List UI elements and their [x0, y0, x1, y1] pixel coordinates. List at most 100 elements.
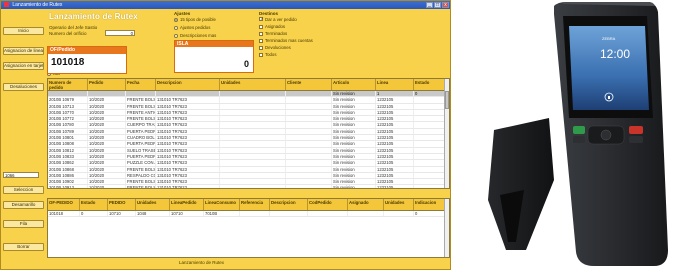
table-cell: 131010 TR7623 [156, 128, 220, 135]
seleccion-button[interactable]: Seleccion [3, 186, 44, 194]
pedidos-table[interactable]: Numero de pedido Pedido Fecha Descripcion Un… [47, 78, 450, 189]
asignacion-tarjeta-button[interactable]: Asignacion en tarjeta [3, 62, 44, 70]
table-cell: Sin revision [332, 109, 376, 116]
column-header[interactable]: Linea [376, 79, 414, 90]
borrar-button[interactable]: Borrar [3, 243, 44, 251]
table-cell: 131010 TR7623 [156, 172, 220, 179]
table-cell: 0 [80, 211, 108, 217]
detalle-table-scrollbar[interactable] [444, 199, 449, 257]
search-input[interactable]: 1066 [3, 172, 39, 178]
asignacion-lineas-button[interactable]: Asignacion de lineas [3, 47, 44, 55]
detalle-table[interactable]: OF-PEDIDO Estado PEDIDO Unidades LineaPedido… [47, 198, 450, 258]
table-cell [220, 91, 286, 97]
table-cell: 1232105 [376, 109, 414, 116]
table-cell: 1232105 [376, 116, 414, 122]
column-header[interactable]: Descripcion [156, 79, 220, 90]
column-header[interactable]: Estado [80, 199, 108, 210]
column-header[interactable]: Numero de pedido [48, 79, 88, 90]
destino-option-5[interactable]: Devoluciones [259, 45, 291, 50]
table-cell: 2010B 10808 [48, 141, 88, 147]
maquina-label: Numero del orificio [49, 31, 87, 36]
column-header[interactable]: Descripcion [270, 199, 308, 210]
table-cell [414, 141, 446, 147]
pedidos-table-body: Sin revision 1 0 2010B 10679 10/2020 FRENTE B… [48, 91, 449, 188]
column-header[interactable]: Indicacion [414, 199, 446, 210]
desaluciones-button[interactable]: Desaluciones [3, 83, 44, 91]
destino-option-4[interactable]: Terminados mas cuentas [259, 38, 313, 43]
column-header[interactable]: Asignado [348, 199, 384, 210]
of-pedido-value: 101018 [51, 57, 85, 68]
table-cell: Sin revision [332, 141, 376, 147]
isla-box[interactable]: ISLA 0 [174, 40, 254, 73]
table-cell [286, 97, 332, 103]
table-cell [414, 185, 446, 188]
table-cell: Sin revision [332, 160, 376, 166]
table-cell: 10/2020 [88, 122, 126, 128]
table-row[interactable]: 2010B 1091310/2020FRENTE BOLSILLO131010 … [48, 185, 449, 188]
table-cell: Sin revision [332, 166, 376, 172]
destino-option-3[interactable]: Terminados [259, 31, 287, 36]
table-cell: 10/2020 [88, 103, 126, 109]
column-header[interactable]: Pedido [88, 79, 126, 90]
ajuste-option-1[interactable]: 15 tipos de posible [174, 17, 216, 22]
table-cell: 10/2020 [88, 166, 126, 172]
fila-button[interactable]: Fila [3, 220, 44, 228]
inicio-button[interactable]: Inicio [3, 27, 44, 35]
table-cell [414, 122, 446, 128]
table-cell: FRENTE BOLSILLO [127, 97, 156, 103]
table-cell: 10/2020 [88, 185, 126, 188]
table-cell: 131010 TR7623 [156, 141, 220, 147]
destino-option-6[interactable]: Todos [259, 52, 276, 57]
table-cell [286, 141, 332, 147]
column-header[interactable]: LineaConsumo [204, 199, 240, 210]
column-header[interactable]: Articulo [332, 79, 376, 90]
column-header[interactable]: Unidades [384, 199, 414, 210]
ajuste-option-3[interactable]: Descripciones mas [174, 33, 216, 38]
table-cell: 2010B 10780 [48, 122, 88, 128]
table-cell: 131010 TR7623 [156, 166, 220, 172]
maquina-input[interactable]: 0 [105, 30, 135, 36]
column-header[interactable]: Unidades [136, 199, 170, 210]
table-cell: 10/2020 [88, 135, 126, 141]
column-header[interactable]: Estado [414, 79, 446, 90]
table-cell: 1232105 [376, 185, 414, 188]
table-cell: 2010B 10772 [48, 116, 88, 122]
desamarillo-button[interactable]: Desamarillo [3, 201, 44, 209]
table-cell [414, 166, 446, 172]
destino-option-2[interactable]: Asignados [259, 24, 285, 29]
table-cell [286, 116, 332, 122]
column-header[interactable]: LineaPedido [170, 199, 204, 210]
table-cell: 1232105 [376, 122, 414, 128]
table-cell [220, 172, 286, 179]
pedidos-table-scrollbar[interactable] [444, 79, 449, 188]
column-header[interactable]: Referencia [240, 199, 270, 210]
column-header[interactable]: Fecha [126, 79, 156, 90]
column-header[interactable]: OF-PEDIDO [48, 199, 80, 210]
table-cell: 10/2020 [88, 109, 126, 116]
table-cell [414, 97, 446, 103]
ajuste-option-2[interactable]: Ajustes pedidos [174, 25, 210, 30]
table-cell: FRENTE BOLSILLO CONF [127, 179, 156, 185]
table-cell [156, 91, 220, 97]
table-cell: 10/2020 [88, 128, 126, 135]
table-cell: 1232105 [376, 147, 414, 153]
table-cell: RESPALDO CON AGUJERO [126, 172, 156, 179]
table-cell [286, 109, 332, 116]
table-cell: 2010B 10770 [48, 109, 88, 116]
minimize-button[interactable]: _ [426, 2, 433, 8]
of-pedido-box[interactable]: OF/Pedido 101018 [47, 46, 127, 74]
table-cell: 131010 TR7623 [156, 147, 220, 153]
table-cell: 1232105 [376, 160, 414, 166]
scroll-thumb[interactable] [445, 91, 449, 109]
column-header[interactable]: Cliente [286, 79, 332, 90]
column-header[interactable]: CodPedido [308, 199, 348, 210]
table-row[interactable]: 101018 0 10710 1048 10710 7010B 0 [48, 211, 449, 218]
table-cell [220, 179, 286, 185]
app-icon [4, 2, 9, 7]
table-cell: 10/2020 [88, 172, 126, 179]
column-header[interactable]: Unidades [220, 79, 286, 90]
close-button[interactable]: x [442, 2, 449, 8]
maximize-button[interactable]: □ [434, 2, 441, 8]
column-header[interactable]: PEDIDO [108, 199, 136, 210]
destino-option-1[interactable]: Dar a ver pedido [259, 17, 297, 22]
